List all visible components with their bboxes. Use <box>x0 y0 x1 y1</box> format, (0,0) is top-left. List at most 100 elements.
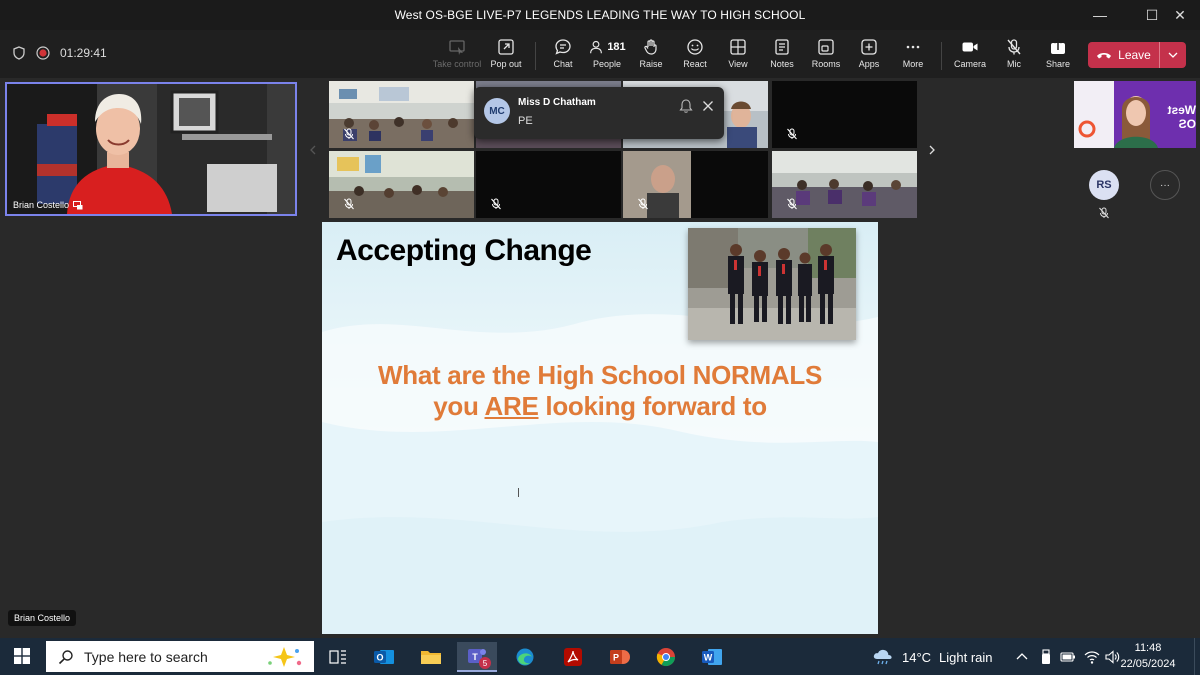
participant-video-tile[interactable] <box>329 151 474 218</box>
view-button[interactable]: View <box>715 38 761 74</box>
share-button[interactable]: Share <box>1035 38 1081 74</box>
participant-avatar[interactable]: RS <box>1089 170 1119 200</box>
meeting-status: 01:29:41 <box>12 46 107 60</box>
weather-widget[interactable]: 14°C Light rain <box>872 648 993 666</box>
rooms-icon <box>818 39 834 55</box>
task-view-button[interactable] <box>318 642 358 672</box>
pop-out-icon <box>498 39 514 55</box>
rain-cloud-icon <box>873 649 892 665</box>
clock-time: 11:48 <box>1134 642 1162 654</box>
students-image <box>688 228 856 340</box>
mic-button[interactable]: Mic <box>991 38 1037 74</box>
participant-mic-status <box>1098 206 1110 219</box>
window-title: West OS-BGE LIVE-P7 LEGENDS LEADING THE … <box>394 8 806 22</box>
text-cursor <box>518 488 520 497</box>
minimize-button[interactable]: — <box>1080 0 1120 30</box>
gallery-next-button[interactable] <box>925 140 939 160</box>
teams-app[interactable]: T 5 <box>457 642 497 672</box>
chat-button[interactable]: Chat <box>540 38 586 74</box>
students-photo <box>688 228 856 340</box>
battery-icon[interactable] <box>1060 649 1076 665</box>
search-placeholder: Type here to search <box>84 648 208 665</box>
more-button[interactable]: More <box>890 38 936 74</box>
share-icon <box>1051 38 1065 54</box>
close-icon <box>703 101 713 111</box>
windows-start-button[interactable] <box>14 648 30 664</box>
word-icon: W <box>702 649 722 665</box>
edge-icon <box>516 648 534 666</box>
mic-off-icon <box>1007 39 1021 55</box>
leave-button[interactable]: Leave <box>1088 42 1186 68</box>
notification-message: PE <box>518 115 533 127</box>
powerpoint-icon: P <box>610 650 630 664</box>
recording-icon <box>36 46 50 60</box>
grid-icon <box>730 39 746 55</box>
react-button[interactable]: React <box>672 38 718 74</box>
take-control-icon <box>449 40 465 55</box>
taskbar-search-box[interactable]: Type here to search <box>46 641 314 672</box>
mic-muted-icon <box>344 128 354 140</box>
slide-emphasis: ARE <box>484 391 539 421</box>
participant-video-tile[interactable] <box>329 81 474 148</box>
word-app[interactable]: W <box>692 642 732 672</box>
show-desktop-button[interactable] <box>1194 638 1200 675</box>
weather-temperature: 14°C <box>902 649 932 665</box>
slide-title: Accepting Change <box>336 234 592 267</box>
pop-out-button[interactable]: Pop out <box>483 38 529 74</box>
people-count: 181 <box>607 41 626 53</box>
slide-question: What are the High School NORMALS you ARE… <box>322 360 878 422</box>
powerpoint-app[interactable]: P <box>600 642 640 672</box>
system-clock[interactable]: 11:48 22/05/2024 <box>1118 640 1178 672</box>
outlook-app[interactable]: O <box>364 642 404 672</box>
presenter-video-tile[interactable]: Brian Costello <box>5 82 297 216</box>
leave-options-button[interactable] <box>1160 52 1186 58</box>
mic-muted-icon <box>787 198 797 210</box>
mic-muted-icon <box>787 128 797 140</box>
people-button[interactable]: 181 People <box>584 38 630 74</box>
raise-hand-button[interactable]: Raise <box>628 38 674 74</box>
mic-muted-icon <box>1099 207 1109 219</box>
participant-video-tile[interactable] <box>772 81 917 148</box>
meeting-timer: 01:29:41 <box>60 46 107 60</box>
chevron-up-icon[interactable] <box>1014 649 1030 665</box>
title-bar: West OS-BGE LIVE-P7 LEGENDS LEADING THE … <box>0 0 1200 30</box>
presenter-video <box>7 84 295 214</box>
meeting-toolbar: 01:29:41 Take control Pop out Chat 181 P… <box>0 30 1200 78</box>
presenter-label: Brian Costello <box>8 610 77 626</box>
close-notification-button[interactable] <box>700 98 716 114</box>
shield-icon <box>13 46 25 60</box>
camera-button[interactable]: Camera <box>947 38 993 74</box>
chrome-icon <box>656 648 675 667</box>
edge-app[interactable] <box>505 642 545 672</box>
participant-video-tile[interactable] <box>772 151 917 218</box>
more-participants-button[interactable]: ··· <box>1150 170 1180 200</box>
participant-video-tile[interactable] <box>623 151 768 218</box>
close-button[interactable]: ✕ <box>1160 0 1200 30</box>
acrobat-icon <box>564 648 582 666</box>
chat-icon <box>555 39 571 55</box>
slide-question-line-1: What are the High School NORMALS <box>378 360 822 390</box>
more-dots-icon <box>906 45 920 49</box>
usb-drive-icon[interactable] <box>1038 649 1054 665</box>
acrobat-app[interactable] <box>553 642 593 672</box>
shared-slide: Accepting Change What are the High Schoo… <box>322 222 878 634</box>
file-explorer-app[interactable] <box>411 642 451 672</box>
sharing-screen-icon <box>73 200 83 209</box>
search-highlight-icon <box>268 647 302 667</box>
task-view-icon <box>329 650 346 664</box>
take-control-button[interactable]: Take control <box>433 38 481 74</box>
chevron-right-icon <box>929 145 935 155</box>
raised-hand-notification[interactable]: MC Miss D Chatham PE <box>474 87 724 139</box>
clock-date: 22/05/2024 <box>1120 658 1176 670</box>
gallery-previous-button[interactable] <box>306 140 320 160</box>
chrome-app[interactable] <box>646 642 686 672</box>
wifi-icon[interactable] <box>1084 649 1100 665</box>
windows-taskbar: Type here to search O T 5 P W 14°C Light… <box>0 638 1200 675</box>
notes-button[interactable]: Notes <box>759 38 805 74</box>
mute-notification-button[interactable] <box>678 98 694 114</box>
apps-button[interactable]: Apps <box>846 38 892 74</box>
hang-up-icon <box>1097 53 1112 59</box>
rooms-button[interactable]: Rooms <box>803 38 849 74</box>
participant-video-tile[interactable]: West OS <box>1074 81 1196 148</box>
participant-video-tile[interactable] <box>476 151 621 218</box>
